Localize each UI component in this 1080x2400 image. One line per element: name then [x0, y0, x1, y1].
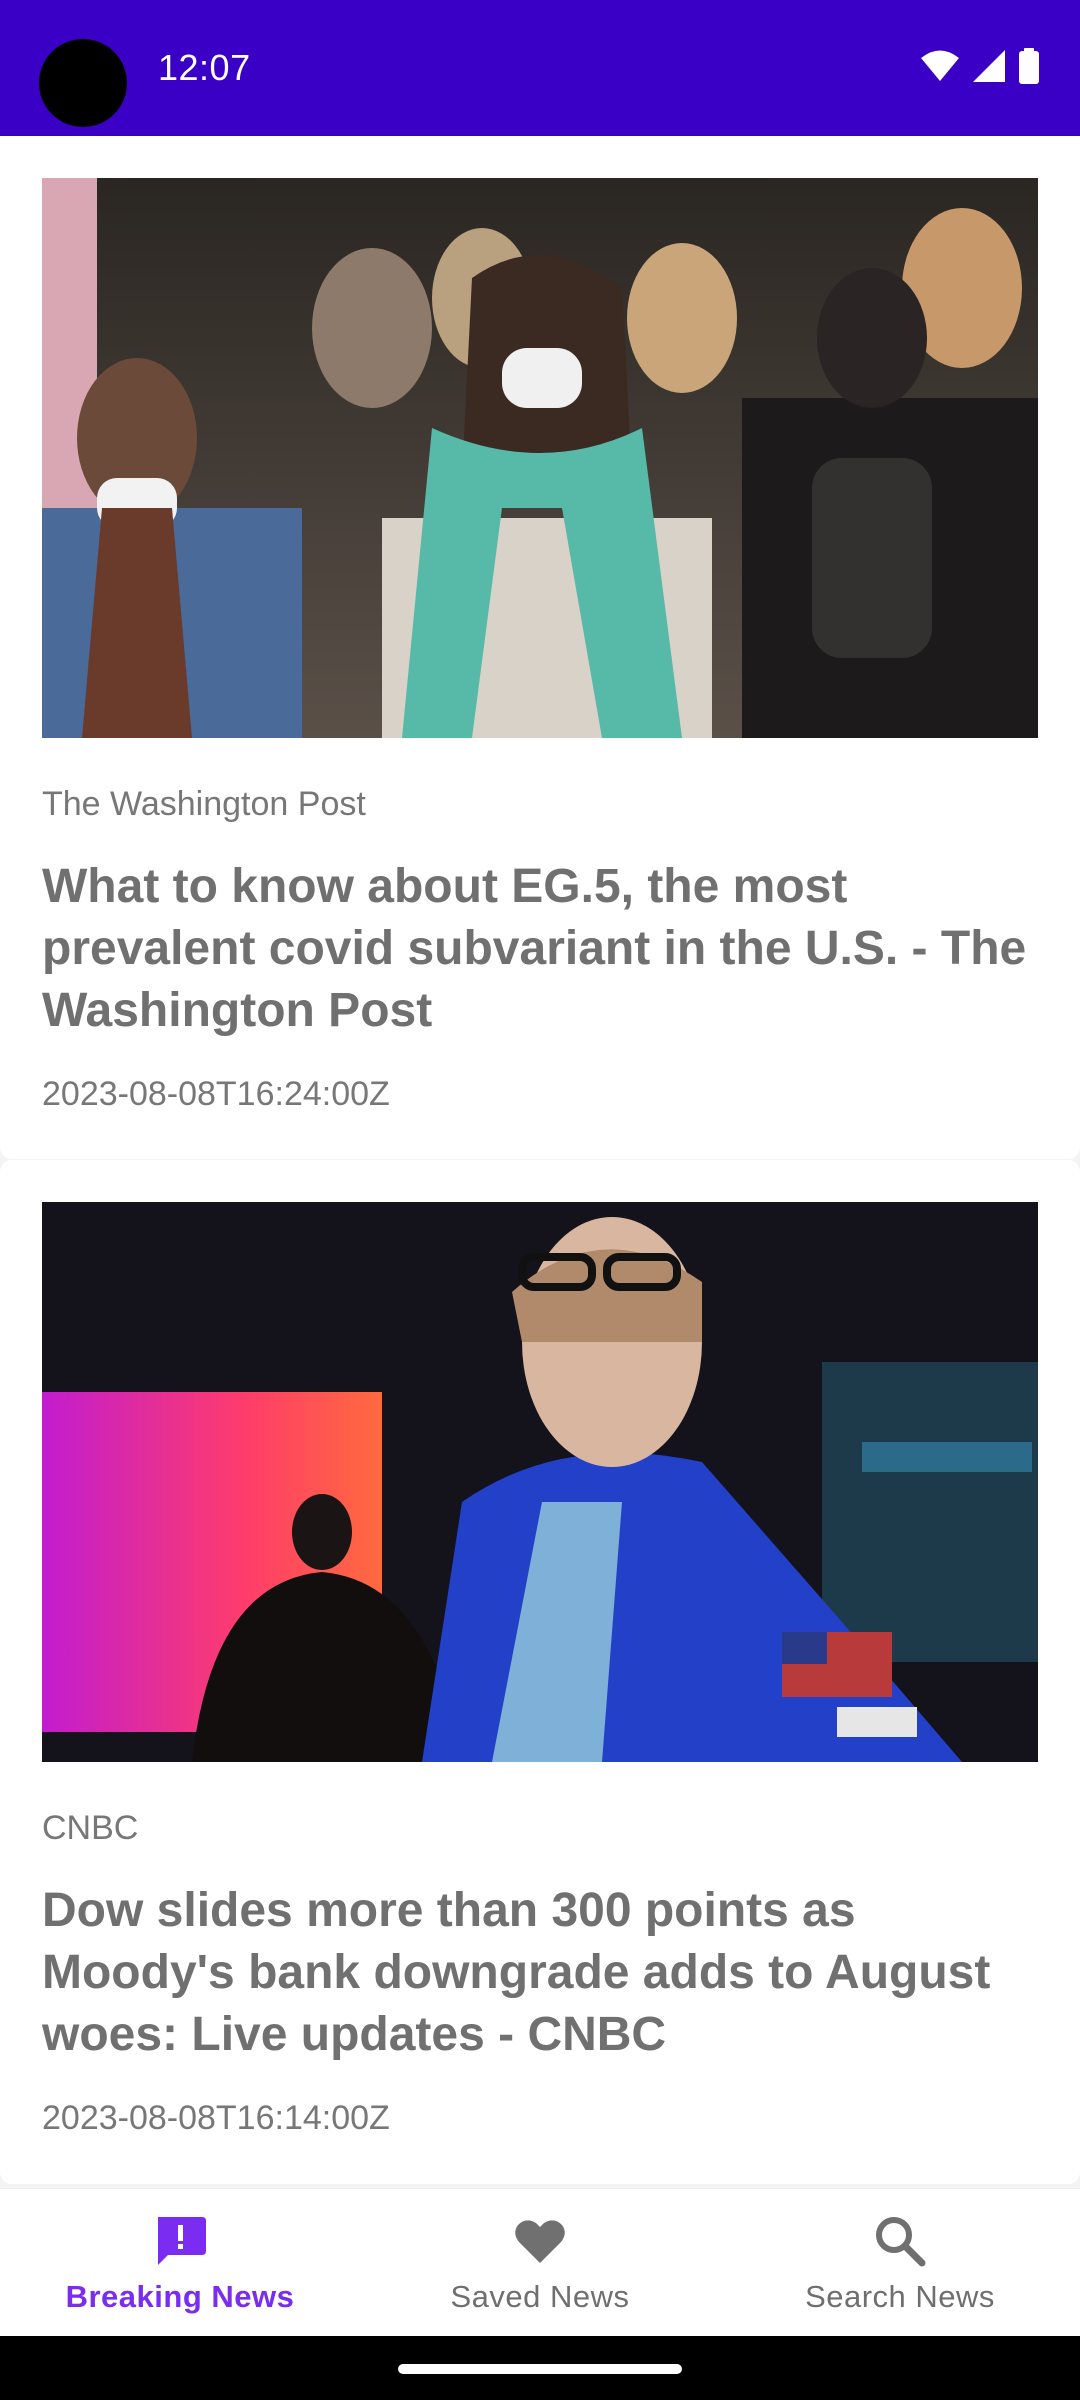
article-image-trader: [42, 1202, 1038, 1762]
article-title[interactable]: What to know about EG.5, the most preval…: [42, 856, 1032, 1042]
article-date: 2023-08-08T16:24:00Z: [42, 1075, 390, 1113]
article-card[interactable]: CNBC Dow slides more than 300 points as …: [0, 1160, 1080, 2184]
article-image: [42, 1202, 1038, 1762]
signal-icon: [973, 50, 1005, 82]
article-source: The Washington Post: [42, 785, 366, 823]
article-image: [42, 178, 1038, 738]
nav-label: Breaking News: [65, 2279, 295, 2314]
heart-icon: [512, 2213, 568, 2269]
article-card[interactable]: The Washington Post What to know about E…: [0, 136, 1080, 1159]
search-icon: [872, 2213, 928, 2269]
article-title[interactable]: Dow slides more than 300 points as Moody…: [42, 1880, 1032, 2066]
system-navigation-bar: [0, 2336, 1080, 2400]
article-date: 2023-08-08T16:14:00Z: [42, 2099, 390, 2137]
screen: 12:07 The Washington Post What to know a…: [0, 0, 1080, 2400]
alert-icon: [152, 2213, 208, 2269]
home-gesture-handle[interactable]: [398, 2364, 682, 2374]
status-bar: 12:07: [0, 0, 1080, 136]
camera-cutout: [39, 39, 127, 127]
news-feed[interactable]: The Washington Post What to know about E…: [0, 136, 1080, 2188]
nav-search-news[interactable]: Search News: [720, 2189, 1080, 2337]
nav-label: Search News: [805, 2279, 995, 2314]
wifi-icon: [921, 50, 959, 81]
nav-saved-news[interactable]: Saved News: [360, 2189, 720, 2337]
article-image-crowd: [42, 178, 1038, 738]
nav-breaking-news[interactable]: Breaking News: [0, 2189, 360, 2337]
nav-label: Saved News: [450, 2279, 630, 2314]
status-time: 12:07: [158, 47, 251, 88]
bottom-navigation: Breaking News Saved News Search News: [0, 2188, 1080, 2337]
article-source: CNBC: [42, 1809, 139, 1847]
battery-icon: [1019, 48, 1039, 84]
status-icons: [920, 48, 1040, 84]
